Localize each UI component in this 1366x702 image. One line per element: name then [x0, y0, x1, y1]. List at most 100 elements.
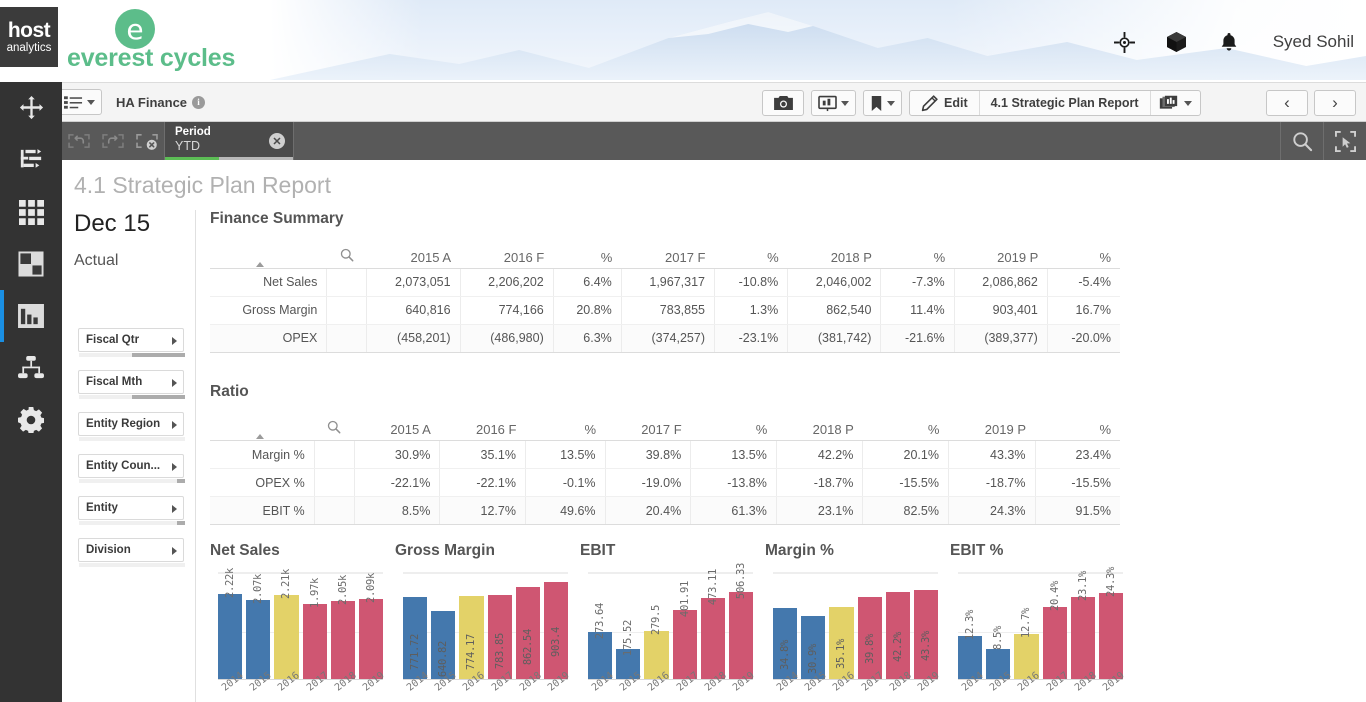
table-cell-value[interactable]: 12.7%	[439, 496, 526, 525]
chart-bar[interactable]	[728, 592, 754, 680]
chart-bar-column[interactable]: 903.4	[543, 574, 569, 680]
column-header[interactable]: %	[525, 416, 606, 441]
sidebar-item-workflow[interactable]	[0, 134, 62, 186]
table-cell-variance[interactable]: 1.3%	[714, 296, 789, 325]
info-icon[interactable]: i	[192, 95, 206, 109]
table-cell-value[interactable]: 2,086,862	[954, 268, 1048, 297]
table-row[interactable]: Margin % 30.9% 35.1% 13.5% 39.8% 13.5% 42.2% 20…	[210, 440, 1120, 469]
chart-bar-column[interactable]: 279.5	[644, 574, 669, 680]
chart-bar[interactable]	[1098, 593, 1124, 680]
filter-button-fiscal-mth[interactable]: Fiscal Mth	[78, 370, 185, 399]
table-cell-value[interactable]: 862,540	[787, 296, 882, 325]
chart-bar-column[interactable]: 273.64	[588, 574, 613, 680]
column-header[interactable]: %	[553, 244, 622, 269]
table-cell-value[interactable]: 2,073,051	[366, 268, 461, 297]
table-cell-value[interactable]: -18.7%	[776, 468, 864, 497]
column-header[interactable]: 2019 P	[948, 416, 1035, 441]
table-cell-value[interactable]: 8.5%	[354, 496, 441, 525]
cube-icon[interactable]	[1165, 30, 1189, 54]
chart-bar-column[interactable]: 39.8%	[857, 574, 882, 680]
table-cell-variance[interactable]: -15.5%	[862, 468, 949, 497]
table-cell-variance[interactable]: 49.6%	[525, 496, 606, 525]
chart-bar-column[interactable]: 862.54	[515, 574, 540, 680]
chart-bar-column[interactable]: 23.1%	[1070, 571, 1095, 680]
table-cell-variance[interactable]: -7.3%	[880, 268, 955, 297]
smart-search-button[interactable]	[1281, 122, 1323, 160]
chart-bar-column[interactable]: 30.9%	[801, 574, 826, 680]
table-cell-value[interactable]: 20.4%	[605, 496, 692, 525]
chart-bar-column[interactable]: 24.3%	[1098, 567, 1124, 680]
column-header[interactable]: 2015 A	[354, 416, 440, 441]
chart-bar[interactable]	[358, 599, 384, 680]
chart-net-sales[interactable]: Net Sales 2.22k 2.07k 2.21k 1.97k 2.05k 2.09k 2…	[210, 542, 392, 702]
table-cell-variance[interactable]: 91.5%	[1035, 496, 1120, 525]
sidebar-item-settings[interactable]	[0, 394, 62, 446]
chart-gross-margin[interactable]: Gross Margin 771.72 640.82 774.17 783.85 862.…	[395, 542, 577, 702]
table-cell-variance[interactable]: -15.5%	[1035, 468, 1120, 497]
column-header[interactable]: 2016 F	[439, 416, 526, 441]
table-cell-variance[interactable]: 11.4%	[880, 296, 955, 325]
table-cell-value[interactable]: 39.8%	[605, 440, 692, 469]
chart-bar-column[interactable]: 2.05k	[330, 574, 355, 680]
chart-margin[interactable]: Margin % 34.8% 30.9% 35.1% 39.8% 42.2% 43.3% 20…	[765, 542, 947, 702]
column-header-dimension[interactable]	[210, 244, 327, 269]
sheet-list-button[interactable]	[57, 89, 102, 115]
snapshot-button[interactable]	[762, 90, 804, 116]
table-cell-value[interactable]: (486,980)	[460, 324, 554, 353]
chart-bar-column[interactable]: 1.97k	[302, 574, 327, 680]
table-cell-value[interactable]: (381,742)	[787, 324, 882, 353]
table-cell-value[interactable]: 2,046,002	[787, 268, 882, 297]
sidebar-item-hierarchy[interactable]	[0, 342, 62, 394]
filter-button-division[interactable]: Division	[78, 538, 185, 567]
table-cell-variance[interactable]: 20.1%	[862, 440, 949, 469]
table-cell-variance[interactable]: 13.5%	[525, 440, 606, 469]
row-label[interactable]: OPEX	[210, 324, 328, 353]
storytelling-button[interactable]	[811, 90, 856, 116]
table-cell-variance[interactable]: -0.1%	[525, 468, 606, 497]
bookmark-button[interactable]	[863, 90, 902, 116]
selection-back-button[interactable]	[62, 122, 96, 160]
table-cell-value[interactable]: 903,401	[954, 296, 1048, 325]
table-cell-variance[interactable]: 20.8%	[553, 296, 622, 325]
table-cell-value[interactable]: -22.1%	[354, 468, 441, 497]
chart-bar-column[interactable]: 771.72	[403, 574, 428, 680]
table-row[interactable]: Net Sales 2,073,051 2,206,202 6.4% 1,967,317…	[210, 268, 1120, 297]
table-cell-value[interactable]: 23.1%	[776, 496, 864, 525]
table-cell-value[interactable]: 1,967,317	[621, 268, 715, 297]
column-header-dimension[interactable]	[210, 416, 315, 441]
column-header[interactable]: 2016 F	[460, 244, 554, 269]
table-row[interactable]: EBIT % 8.5% 12.7% 49.6% 20.4% 61.3% 23.1% 82.5%…	[210, 496, 1120, 525]
selection-tool-button[interactable]	[1324, 122, 1366, 160]
chart-bar-column[interactable]: 175.52	[616, 574, 641, 680]
chart-bar[interactable]	[700, 598, 725, 680]
chart-bar-column[interactable]: 506.33	[728, 563, 754, 680]
table-cell-value[interactable]: -19.0%	[605, 468, 692, 497]
chart-bar[interactable]	[218, 594, 243, 680]
table-cell-value[interactable]: (389,377)	[954, 324, 1048, 353]
column-header[interactable]: %	[862, 416, 949, 441]
user-name[interactable]: Syed Sohil	[1273, 32, 1354, 52]
sidebar-item-dashboard[interactable]	[0, 238, 62, 290]
sidebar-item-navigate[interactable]	[0, 82, 62, 134]
chart-bar[interactable]	[246, 600, 271, 680]
row-label[interactable]: EBIT %	[210, 496, 315, 525]
next-sheet-button[interactable]: ›	[1314, 90, 1356, 116]
table-cell-variance[interactable]: 16.7%	[1047, 296, 1120, 325]
column-header[interactable]: %	[1047, 244, 1120, 269]
chart-bar-column[interactable]: 774.17	[459, 574, 484, 680]
finance-summary-table[interactable]: 2015 A 2016 F% 2017 F% 2018 P% 2019 P% Net S…	[210, 244, 1120, 353]
selection-chip-period[interactable]: Period YTD ✕	[165, 122, 293, 160]
table-cell-value[interactable]: 783,855	[621, 296, 715, 325]
sidebar-item-grid[interactable]	[0, 186, 62, 238]
chart-bar-column[interactable]: 35.1%	[829, 574, 854, 680]
ratio-table[interactable]: 2015 A 2016 F% 2017 F% 2018 P% 2019 P% Margi…	[210, 416, 1120, 525]
table-cell-value[interactable]: (458,201)	[366, 324, 461, 353]
filter-button-fiscal-qtr[interactable]: Fiscal Qtr	[78, 328, 185, 357]
row-label[interactable]: OPEX %	[210, 468, 315, 497]
clear-all-selections-button[interactable]	[130, 122, 164, 160]
chart-bar-column[interactable]: 34.8%	[773, 574, 798, 680]
chart-bar[interactable]	[274, 595, 299, 680]
table-cell-value[interactable]: -22.1%	[439, 468, 526, 497]
column-header[interactable]: 2017 F	[621, 244, 715, 269]
chart-bar[interactable]	[302, 604, 327, 680]
